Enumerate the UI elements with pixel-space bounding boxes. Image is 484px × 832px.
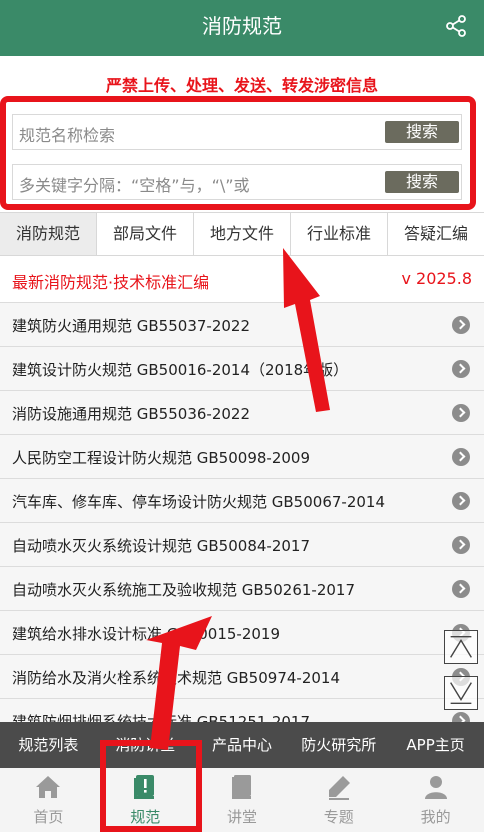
chevron-right-icon (452, 404, 470, 422)
chevron-right-icon (452, 448, 470, 466)
keyword-search-field[interactable]: 多关键字分隔：“空格”与，“\”或 搜索 (12, 164, 462, 200)
link-code-list[interactable]: 规范列表 (0, 722, 97, 768)
list-item-title: 建筑给水排水设计标准 GB50015-2019 (12, 625, 280, 643)
nav-label: 我的 (420, 808, 451, 826)
list-item-title: 自动喷水灭火系统施工及验收规范 GB50261-2017 (12, 581, 355, 599)
nav-lectures[interactable]: 讲堂 (194, 768, 291, 832)
list-item-title: 建筑防火通用规范 GB55037-2022 (12, 317, 250, 335)
link-app-home[interactable]: APP主页 (387, 722, 484, 768)
tab-local-docs[interactable]: 地方文件 (194, 213, 291, 255)
list-item-title: 消防设施通用规范 GB55036-2022 (12, 405, 250, 423)
list-item[interactable]: 人民防空工程设计防火规范 GB50098-2009 (0, 434, 484, 478)
app-screen: 消防规范 严禁上传、处理、发送、转发涉密信息 规范名称检索 搜索 多关键字分隔：… (0, 0, 484, 832)
book-icon (231, 775, 251, 799)
list-item[interactable]: 建筑防火通用规范 GB55037-2022 (0, 302, 484, 346)
nav-mine[interactable]: 我的 (387, 768, 484, 832)
list-item[interactable]: 消防设施通用规范 GB55036-2022 (0, 390, 484, 434)
scroll-bottom-icon[interactable] (444, 676, 478, 710)
code-list: 建筑防火通用规范 GB55037-2022 建筑设计防火规范 GB50016-2… (0, 302, 484, 742)
list-item[interactable]: 汽车库、修车库、停车场设计防火规范 GB50067-2014 (0, 478, 484, 522)
nav-highlight-box (100, 740, 202, 832)
quick-links-bar: 规范列表 消防讲堂 产品中心 防火研究所 APP主页 (0, 722, 484, 768)
edit-icon (328, 776, 350, 800)
tab-ministry-docs[interactable]: 部局文件 (97, 213, 194, 255)
link-fire-research[interactable]: 防火研究所 (290, 722, 387, 768)
home-icon (36, 776, 61, 798)
list-item[interactable]: 建筑给水排水设计标准 GB50015-2019 (0, 610, 484, 654)
chevron-right-icon (452, 316, 470, 334)
list-item-title: 人民防空工程设计防火规范 GB50098-2009 (12, 449, 310, 467)
latest-title: 最新消防规范·技术标准汇编 (12, 273, 210, 292)
page-title: 消防规范 (202, 14, 282, 38)
list-item-title: 建筑设计防火规范 GB50016-2014（2018年版） (12, 361, 349, 379)
category-tabs: 消防规范 部局文件 地方文件 行业标准 答疑汇编 (0, 212, 484, 256)
list-item-title: 自动喷水灭火系统设计规范 GB50084-2017 (12, 537, 310, 555)
tab-qa-collection[interactable]: 答疑汇编 (388, 213, 484, 255)
security-warning: 严禁上传、处理、发送、转发涉密信息 (105, 76, 378, 95)
nav-label: 首页 (33, 808, 64, 826)
nav-home[interactable]: 首页 (0, 768, 97, 832)
chevron-right-icon (452, 360, 470, 378)
chevron-right-icon (452, 492, 470, 510)
list-item[interactable]: 自动喷水灭火系统施工及验收规范 GB50261-2017 (0, 566, 484, 610)
chevron-right-icon (452, 580, 470, 598)
user-icon (424, 776, 447, 799)
list-item[interactable]: 消防给水及消火栓系统技术规范 GB50974-2014 (0, 654, 484, 698)
nav-label: 讲堂 (226, 808, 257, 826)
name-search-placeholder: 规范名称检索 (19, 126, 116, 145)
chevron-right-icon (452, 536, 470, 554)
link-product-center[interactable]: 产品中心 (194, 722, 291, 768)
bottom-nav: 首页 规范 讲堂 专题 我的 (0, 768, 484, 832)
list-item-title: 汽车库、修车库、停车场设计防火规范 GB50067-2014 (12, 493, 385, 511)
scroll-top-icon[interactable] (444, 630, 478, 664)
nav-label: 专题 (323, 808, 354, 826)
name-search-field[interactable]: 规范名称检索 搜索 (12, 114, 462, 150)
share-icon[interactable] (444, 14, 468, 38)
tab-industry-standards[interactable]: 行业标准 (291, 213, 388, 255)
latest-banner[interactable]: 最新消防规范·技术标准汇编 v 2025.8 (0, 258, 484, 300)
list-item[interactable]: 建筑设计防火规范 GB50016-2014（2018年版） (0, 346, 484, 390)
app-header: 消防规范 (0, 0, 484, 56)
tab-fire-codes[interactable]: 消防规范 (0, 213, 97, 255)
name-search-button[interactable]: 搜索 (385, 121, 459, 143)
keyword-search-button[interactable]: 搜索 (385, 171, 459, 193)
nav-topics[interactable]: 专题 (290, 768, 387, 832)
keyword-search-placeholder: 多关键字分隔：“空格”与，“\”或 (19, 176, 250, 195)
list-item[interactable]: 自动喷水灭火系统设计规范 GB50084-2017 (0, 522, 484, 566)
latest-version: v 2025.8 (401, 269, 472, 288)
list-item-title: 消防给水及消火栓系统技术规范 GB50974-2014 (12, 669, 340, 687)
